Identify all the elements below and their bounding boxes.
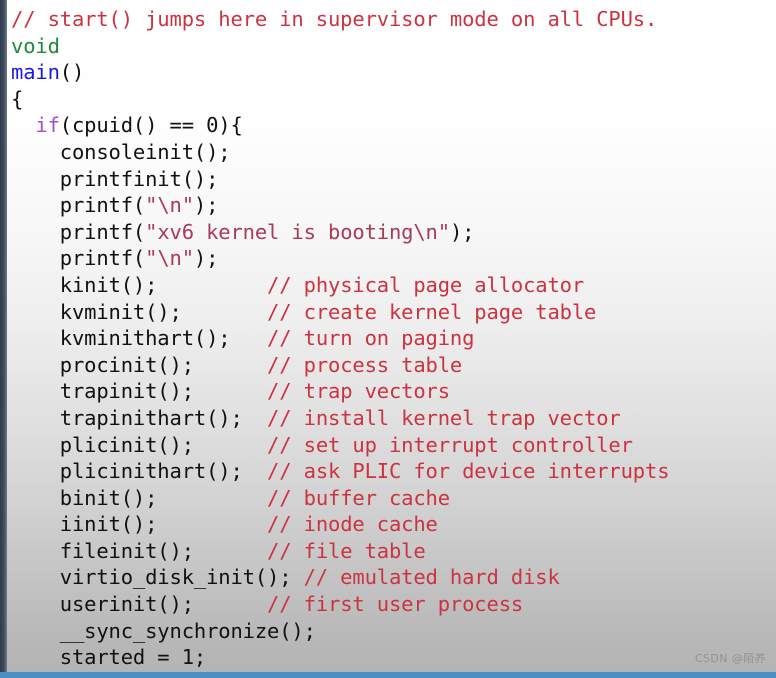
code-token-plain: fileinit();	[11, 538, 268, 563]
code-line: main()	[11, 59, 771, 86]
code-token-plain: printf(	[11, 246, 146, 271]
code-token-plain: {	[11, 86, 24, 111]
code-line: printf("xv6 kernel is booting\n");	[11, 219, 771, 246]
code-token-plain: iinit();	[11, 512, 268, 537]
bottom-status-bar	[0, 672, 776, 678]
code-token-plain: procinit();	[11, 352, 268, 377]
code-token-comment: // process table	[267, 352, 463, 377]
code-token-plain: (cpuid() == 0){	[59, 113, 243, 138]
code-token-comment: // create kernel page table	[267, 299, 597, 324]
code-token-comment: // emulated hard disk	[303, 565, 560, 590]
code-token-plain: trapinithart();	[11, 405, 268, 430]
code-token-comment: // file table	[267, 538, 426, 563]
code-token-plain: consoleinit();	[11, 139, 231, 164]
code-token-comment: // first user process	[267, 592, 524, 617]
code-block: // start() jumps here in supervisor mode…	[11, 6, 771, 671]
code-token-plain: ()	[59, 60, 85, 85]
code-token-comment: // ask PLIC for device interrupts	[267, 459, 670, 484]
code-token-plain: userinit();	[11, 592, 268, 617]
code-line: printf("\n");	[11, 245, 771, 272]
code-token-type: void	[11, 33, 60, 58]
code-line: kvminithart(); // turn on paging	[11, 325, 771, 352]
code-line: virtio_disk_init(); // emulated hard dis…	[11, 564, 771, 591]
code-line: void	[11, 33, 771, 60]
code-token-plain: kvminit();	[11, 299, 268, 324]
code-token-plain: kinit();	[11, 272, 268, 297]
code-line: iinit(); // inode cache	[11, 511, 771, 538]
code-token-plain: printf(	[11, 193, 146, 218]
code-line: kinit(); // physical page allocator	[11, 272, 771, 299]
code-token-keyword: if	[35, 113, 60, 138]
code-line: printf("\n");	[11, 192, 771, 219]
code-line: {	[11, 86, 771, 113]
code-line: __sync_synchronize();	[11, 618, 771, 645]
code-token-plain: __sync_synchronize();	[11, 618, 316, 643]
code-line: procinit(); // process table	[11, 352, 771, 379]
code-line: consoleinit();	[11, 139, 771, 166]
code-token-plain: kvminithart();	[11, 326, 268, 351]
code-token-comment: // turn on paging	[267, 326, 475, 351]
code-line: started = 1;	[11, 644, 771, 671]
code-token-comment: // buffer cache	[267, 485, 450, 510]
code-line: if(cpuid() == 0){	[11, 112, 771, 139]
code-line: binit(); // buffer cache	[11, 485, 771, 512]
code-token-comment: // install kernel trap vector	[267, 405, 621, 430]
code-line: trapinit(); // trap vectors	[11, 378, 771, 405]
code-token-comment: // inode cache	[267, 512, 438, 537]
code-token-plain: );	[449, 219, 475, 244]
code-token-comment: // set up interrupt controller	[267, 432, 633, 457]
editor-left-rule	[0, 0, 7, 678]
code-token-string: "\n"	[145, 246, 194, 271]
code-token-plain: virtio_disk_init();	[11, 565, 304, 590]
code-line: printfinit();	[11, 166, 771, 193]
code-token-plain: plicinithart();	[11, 459, 268, 484]
code-token-string: "xv6 kernel is booting\n"	[145, 219, 450, 244]
code-token-comment: // start() jumps here in supervisor mode…	[11, 7, 658, 31]
code-line: plicinit(); // set up interrupt controll…	[11, 432, 771, 459]
code-token-string: "\n"	[145, 193, 194, 218]
code-line: kvminit(); // create kernel page table	[11, 299, 771, 326]
code-screenshot: // start() jumps here in supervisor mode…	[0, 0, 776, 678]
code-line: fileinit(); // file table	[11, 538, 771, 565]
code-token-plain: printf(	[11, 219, 146, 244]
code-token-func: main	[11, 60, 60, 85]
code-line: userinit(); // first user process	[11, 591, 771, 618]
code-line: trapinithart(); // install kernel trap v…	[11, 405, 771, 432]
code-token-plain: );	[193, 246, 219, 271]
code-token-comment: // physical page allocator	[267, 272, 585, 297]
code-token-plain: binit();	[11, 485, 268, 510]
code-token-comment: // trap vectors	[267, 379, 450, 404]
code-token-plain: started = 1;	[11, 645, 207, 670]
csdn-watermark: CSDN @陌养	[694, 652, 766, 665]
code-token-plain: trapinit();	[11, 379, 268, 404]
code-token-plain: plicinit();	[11, 432, 268, 457]
code-line: // start() jumps here in supervisor mode…	[11, 6, 771, 33]
code-token-plain: printfinit();	[11, 166, 219, 191]
code-token-plain: );	[193, 193, 219, 218]
code-line: plicinithart(); // ask PLIC for device i…	[11, 458, 771, 485]
